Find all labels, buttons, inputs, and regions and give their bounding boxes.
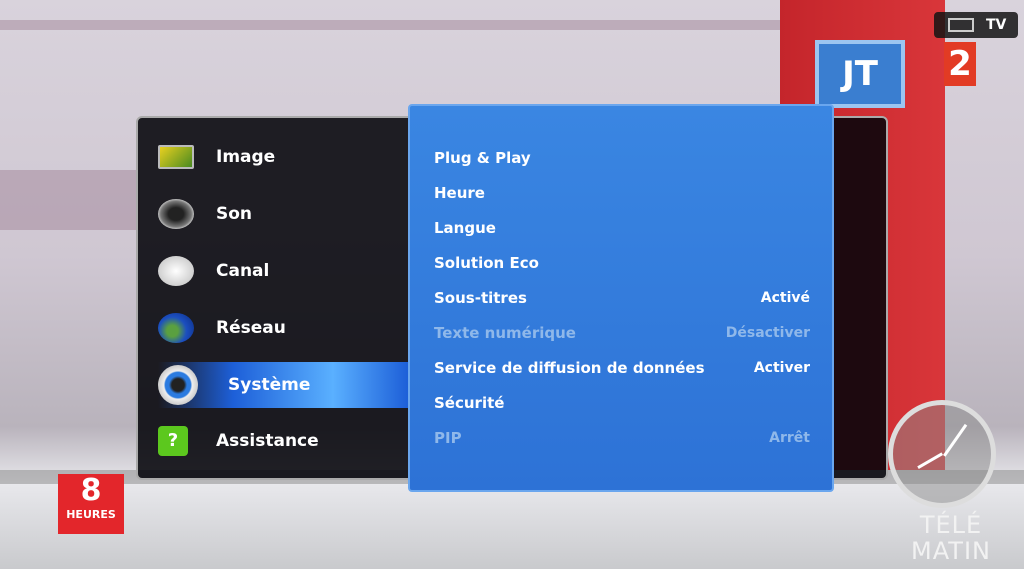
item-label: Plug & Play (434, 149, 531, 167)
submenu-item-service-diffusion[interactable]: Service de diffusion de données Activer (434, 353, 810, 383)
menu-item-label: Réseau (216, 318, 286, 338)
background (0, 170, 140, 230)
item-label: Service de diffusion de données (434, 359, 705, 377)
menu-item-image[interactable]: Image (158, 137, 408, 177)
satellite-dish-icon (158, 256, 194, 286)
source-indicator: TV (934, 12, 1018, 38)
item-label: Sécurité (434, 394, 505, 412)
picture-icon (158, 145, 194, 169)
submenu-item-securite[interactable]: Sécurité (434, 388, 810, 418)
menu-item-son[interactable]: Son (158, 194, 408, 234)
telematin-logo: TÉLÉ MATIN (911, 511, 991, 565)
speaker-icon (158, 199, 194, 229)
item-label: Langue (434, 219, 496, 237)
jt-logo: JT (815, 40, 905, 108)
menu-item-reseau[interactable]: Réseau (158, 308, 408, 348)
submenu-item-langue[interactable]: Langue (434, 213, 810, 243)
item-value: Activer (753, 360, 810, 376)
system-submenu: Plug & Play Heure Langue Solution Eco So… (408, 104, 834, 492)
submenu-item-sous-titres[interactable]: Sous-titres Activé (434, 283, 810, 313)
item-value: Désactiver (725, 325, 810, 341)
menu-item-label: Son (216, 204, 253, 224)
item-label: Sous-titres (434, 289, 527, 307)
background (0, 20, 780, 30)
menu-item-label: Canal (216, 261, 270, 281)
menu-item-label: Système (228, 375, 311, 395)
item-label: Heure (434, 184, 485, 202)
menu-item-systeme[interactable]: Système (158, 362, 408, 408)
item-value: Activé (760, 290, 810, 306)
submenu-item-pip: PIP Arrêt (434, 423, 810, 453)
source-label: TV (986, 17, 1007, 33)
menu-item-canal[interactable]: Canal (158, 251, 408, 291)
submenu-item-solution-eco[interactable]: Solution Eco (434, 248, 810, 278)
gear-icon (158, 365, 198, 405)
8-heures-logo: 8 HEURES (58, 474, 124, 534)
menu-item-assistance[interactable]: ? Assistance (158, 421, 408, 461)
globe-icon (158, 313, 194, 343)
submenu-item-heure[interactable]: Heure (434, 178, 810, 208)
help-icon: ? (158, 426, 188, 456)
submenu-item-plug-play[interactable]: Plug & Play (434, 143, 810, 173)
menu-item-label: Assistance (216, 431, 319, 451)
item-label: Texte numérique (434, 324, 576, 342)
item-label: Solution Eco (434, 254, 539, 272)
tv-screen-icon (948, 18, 974, 32)
clock-icon (888, 400, 996, 508)
item-label: PIP (434, 429, 462, 447)
submenu-item-texte-numerique: Texte numérique Désactiver (434, 318, 810, 348)
logo-number: 8 (80, 473, 102, 508)
logo-sub: HEURES (66, 508, 116, 521)
menu-item-label: Image (216, 147, 276, 167)
item-value: Arrêt (769, 430, 810, 446)
france2-logo: 2 (944, 42, 976, 86)
